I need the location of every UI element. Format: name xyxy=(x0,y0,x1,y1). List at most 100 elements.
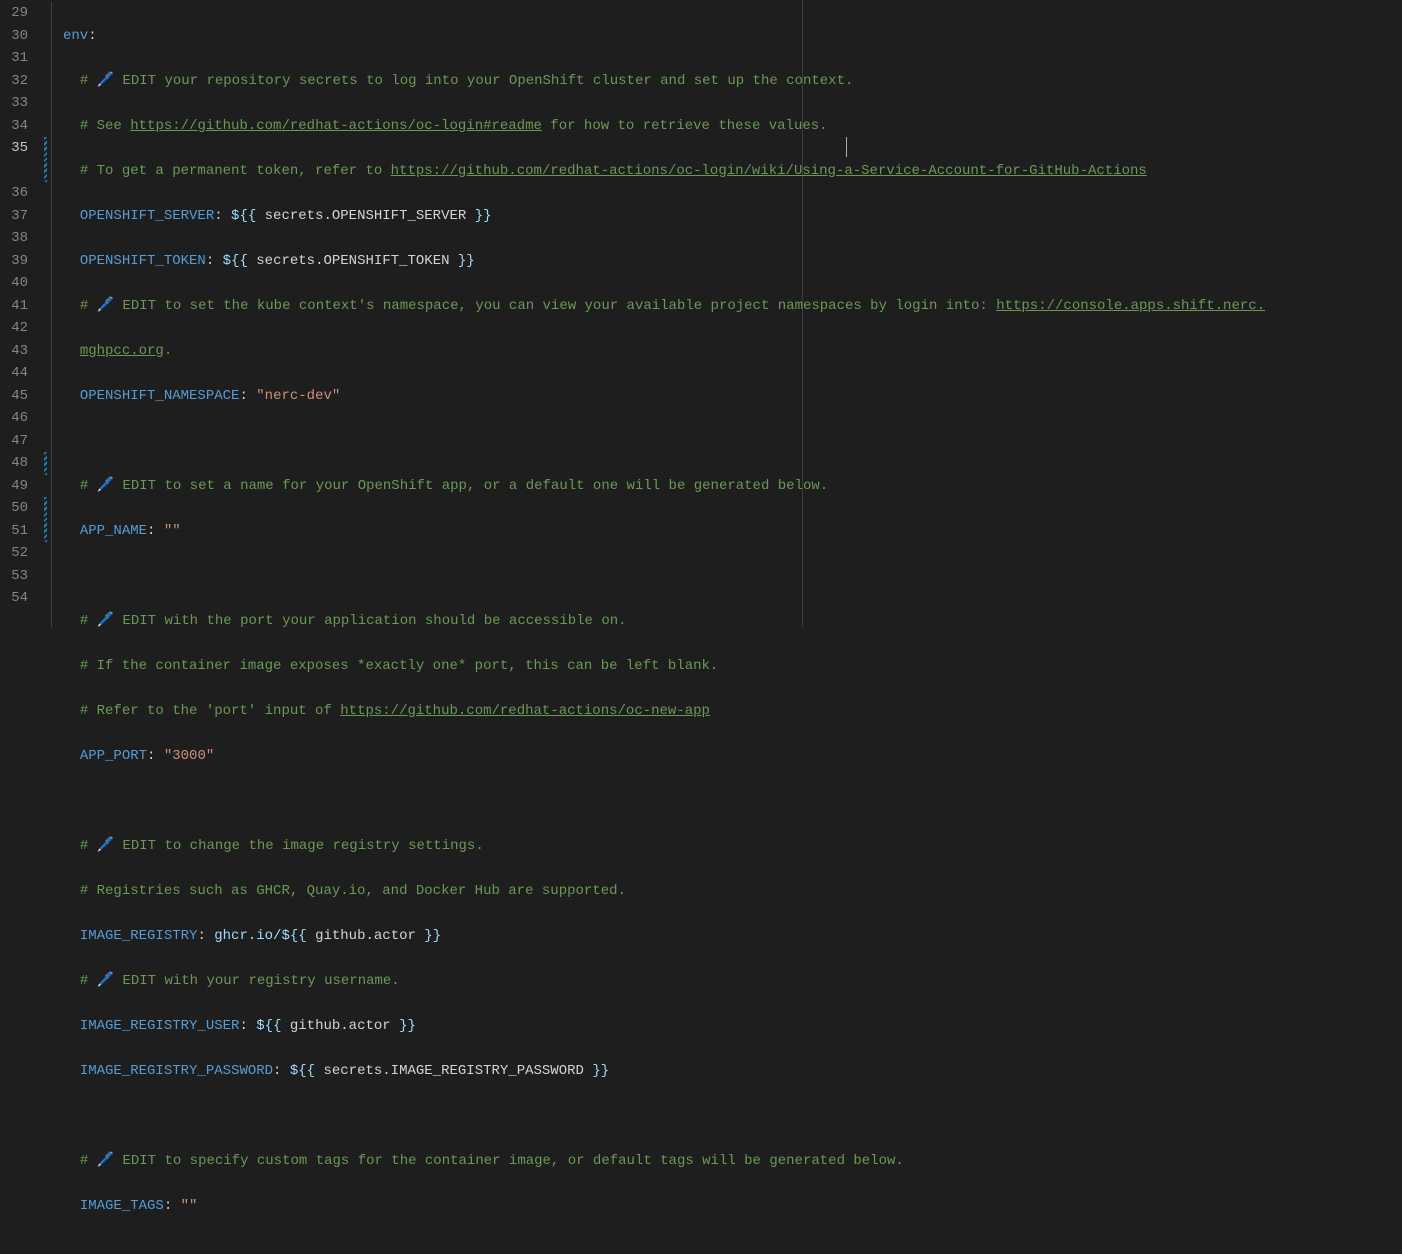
change-mark xyxy=(44,137,47,160)
line-number[interactable]: 48 xyxy=(0,452,28,475)
line-number[interactable]: 51 xyxy=(0,520,28,543)
code-line[interactable]: IMAGE_REGISTRY_USER: ${{ github.actor }} xyxy=(63,1015,1402,1038)
line-number[interactable]: 50 xyxy=(0,497,28,520)
code-line[interactable]: # 🖊️ EDIT your repository secrets to log… xyxy=(63,70,1402,93)
line-number[interactable]: 33 xyxy=(0,92,28,115)
code-line[interactable]: IMAGE_REGISTRY: ghcr.io/${{ github.actor… xyxy=(63,925,1402,948)
yaml-key: OPENSHIFT_SERVER xyxy=(80,208,214,224)
code-line[interactable]: OPENSHIFT_TOKEN: ${{ secrets.OPENSHIFT_T… xyxy=(63,250,1402,273)
code-line[interactable]: # To get a permanent token, refer to htt… xyxy=(63,160,1402,183)
code-line[interactable]: # If the container image exposes *exactl… xyxy=(63,655,1402,678)
line-number[interactable]: 45 xyxy=(0,385,28,408)
punct: : xyxy=(239,388,256,404)
line-number-gutter[interactable]: 29 30 31 32 33 34 35 36 37 38 39 40 41 4… xyxy=(0,2,44,627)
comment-link[interactable]: https://github.com/redhat-actions/oc-new… xyxy=(340,703,710,719)
yaml-key: OPENSHIFT_TOKEN xyxy=(80,253,206,269)
comment: # 🖊️ EDIT with the port your application… xyxy=(80,613,627,629)
code-content[interactable]: env: # 🖊️ EDIT your repository secrets t… xyxy=(63,2,1402,627)
expression: ${{ github.actor }} xyxy=(256,1018,416,1034)
line-number[interactable]: 29 xyxy=(0,2,28,25)
line-number[interactable]: 41 xyxy=(0,295,28,318)
line-number[interactable]: 36 xyxy=(0,182,28,205)
code-line[interactable]: # Registries such as GHCR, Quay.io, and … xyxy=(63,880,1402,903)
line-number[interactable]: 40 xyxy=(0,272,28,295)
comment: # See https://github.com/redhat-actions/… xyxy=(80,118,828,134)
comment: # 🖊️ EDIT to change the image registry s… xyxy=(80,838,484,854)
comment: # 🖊️ EDIT to set a name for your OpenShi… xyxy=(80,478,828,494)
code-line[interactable]: # 🖊️ EDIT with your registry username. xyxy=(63,970,1402,993)
line-number[interactable]: 31 xyxy=(0,47,28,70)
line-number[interactable]: 37 xyxy=(0,205,28,228)
code-line[interactable]: IMAGE_REGISTRY_PASSWORD: ${{ secrets.IMA… xyxy=(63,1060,1402,1083)
punct: : xyxy=(164,1198,181,1214)
code-line[interactable]: # 🖊️ EDIT to specify custom tags for the… xyxy=(63,1150,1402,1173)
code-line[interactable] xyxy=(63,565,1402,588)
code-line[interactable] xyxy=(63,1105,1402,1128)
change-mark xyxy=(44,160,47,183)
line-number[interactable] xyxy=(0,160,28,183)
line-number[interactable]: 46 xyxy=(0,407,28,430)
comment: # 🖊️ EDIT with your registry username. xyxy=(80,973,400,989)
comment-link[interactable]: https://github.com/redhat-actions/oc-log… xyxy=(391,163,1147,179)
line-number[interactable]: 54 xyxy=(0,587,28,610)
line-number[interactable]: 30 xyxy=(0,25,28,48)
punct: : xyxy=(197,928,214,944)
code-line[interactable]: env: xyxy=(63,25,1402,48)
code-line[interactable]: # 🖊️ EDIT to change the image registry s… xyxy=(63,835,1402,858)
yaml-key: IMAGE_TAGS xyxy=(80,1198,164,1214)
comment-link[interactable]: https://github.com/redhat-actions/oc-log… xyxy=(130,118,542,134)
change-mark xyxy=(44,452,47,475)
comment: # 🖊️ EDIT your repository secrets to log… xyxy=(80,73,854,89)
punct: : xyxy=(239,1018,256,1034)
yaml-keyword: env xyxy=(63,28,88,44)
line-number[interactable]: 34 xyxy=(0,115,28,138)
code-line[interactable]: APP_NAME: "" xyxy=(63,520,1402,543)
code-line[interactable]: OPENSHIFT_NAMESPACE: "nerc-dev" xyxy=(63,385,1402,408)
yaml-key: IMAGE_REGISTRY xyxy=(80,928,198,944)
code-line[interactable]: IMAGE_TAGS: "" xyxy=(63,1195,1402,1218)
line-number[interactable]: 52 xyxy=(0,542,28,565)
code-line[interactable]: # See https://github.com/redhat-actions/… xyxy=(63,115,1402,138)
comment-link[interactable]: mghpcc.org xyxy=(80,343,164,359)
line-number-active[interactable]: 35 xyxy=(0,137,28,160)
line-number[interactable]: 47 xyxy=(0,430,28,453)
punct: : xyxy=(206,253,223,269)
comment: mghpcc.org. xyxy=(80,343,172,359)
yaml-key: APP_NAME xyxy=(80,523,147,539)
punct: : xyxy=(273,1063,290,1079)
comment-link[interactable]: https://console.apps.shift.nerc. xyxy=(996,298,1265,314)
line-number[interactable]: 44 xyxy=(0,362,28,385)
code-line[interactable]: # 🖊️ EDIT to set a name for your OpenShi… xyxy=(63,475,1402,498)
line-number[interactable]: 32 xyxy=(0,70,28,93)
code-line[interactable]: # 🖊️ EDIT with the port your application… xyxy=(63,610,1402,633)
yaml-key: OPENSHIFT_NAMESPACE xyxy=(80,388,240,404)
comment: # Registries such as GHCR, Quay.io, and … xyxy=(80,883,626,899)
code-line[interactable] xyxy=(63,430,1402,453)
comment: # To get a permanent token, refer to htt… xyxy=(80,163,1147,179)
punct: : xyxy=(88,28,96,44)
comment: # 🖊️ EDIT to specify custom tags for the… xyxy=(80,1153,904,1169)
line-number[interactable]: 42 xyxy=(0,317,28,340)
change-mark xyxy=(44,497,47,520)
code-line[interactable]: # 🖊️ EDIT to set the kube context's name… xyxy=(63,295,1402,318)
string: "nerc-dev" xyxy=(256,388,340,404)
comment: # Refer to the 'port' input of https://g… xyxy=(80,703,710,719)
code-line[interactable]: APP_PORT: "3000" xyxy=(63,745,1402,768)
line-number[interactable]: 49 xyxy=(0,475,28,498)
expression: ${{ secrets.OPENSHIFT_SERVER }} xyxy=(231,208,491,224)
comment: # If the container image exposes *exactl… xyxy=(80,658,719,674)
yaml-key: IMAGE_REGISTRY_PASSWORD xyxy=(80,1063,273,1079)
string: "" xyxy=(181,1198,198,1214)
change-mark xyxy=(44,520,47,543)
line-number[interactable]: 38 xyxy=(0,227,28,250)
code-line[interactable]: OPENSHIFT_SERVER: ${{ secrets.OPENSHIFT_… xyxy=(63,205,1402,228)
expression: ${{ secrets.IMAGE_REGISTRY_PASSWORD }} xyxy=(290,1063,609,1079)
comment: # 🖊️ EDIT to set the kube context's name… xyxy=(80,298,1265,314)
line-number[interactable]: 43 xyxy=(0,340,28,363)
line-number[interactable]: 53 xyxy=(0,565,28,588)
code-line-wrap[interactable]: mghpcc.org. xyxy=(63,340,1402,363)
code-line[interactable]: # Refer to the 'port' input of https://g… xyxy=(63,700,1402,723)
code-line[interactable] xyxy=(63,790,1402,813)
line-number[interactable]: 39 xyxy=(0,250,28,273)
code-editor[interactable]: 29 30 31 32 33 34 35 36 37 38 39 40 41 4… xyxy=(0,0,1402,627)
